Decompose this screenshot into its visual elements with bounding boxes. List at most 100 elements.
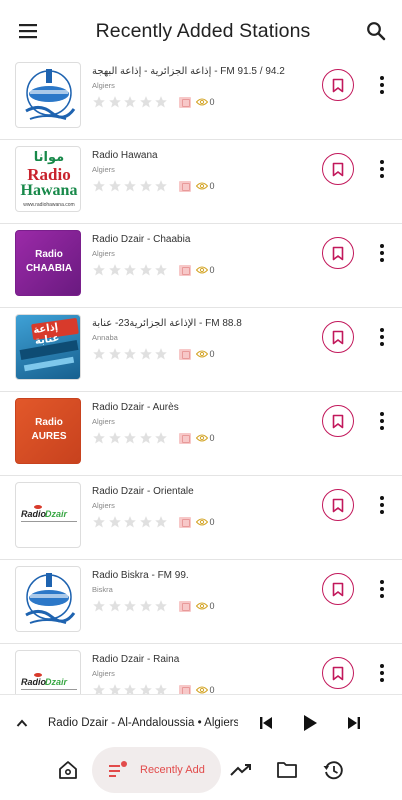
home-icon [59,761,77,779]
station-city: Biskra [92,585,113,594]
star-icon[interactable] [154,431,168,445]
star-icon[interactable] [108,515,122,529]
bookmark-button[interactable] [322,489,354,521]
station-row[interactable]: إذاعة الجزائرية - إذاعة البهجة - FM 91.5… [0,56,402,140]
more-options-button[interactable] [372,154,392,184]
menu-button[interactable] [0,0,56,62]
more-vert-icon [380,580,384,598]
star-icon[interactable] [92,179,106,193]
station-rating: 0 [92,682,312,694]
star-icon[interactable] [139,179,153,193]
bookmark-button[interactable] [322,237,354,269]
station-rating: 0 [92,178,312,194]
bookmark-button[interactable] [322,321,354,353]
star-icon[interactable] [92,263,106,277]
station-logo: إذاعة عنابة [15,314,81,380]
report-icon[interactable] [178,600,191,612]
report-icon[interactable] [178,432,191,444]
more-options-button[interactable] [372,238,392,268]
station-name: إذاعة الجزائرية - إذاعة البهجة - FM 91.5… [92,66,285,77]
star-icon[interactable] [123,263,137,277]
report-icon[interactable] [178,684,191,694]
station-info: Radio Dzair - Orientale Algiers 0 [92,485,312,530]
report-icon[interactable] [178,264,191,276]
nav-recently-added[interactable]: Recently Add [92,747,221,793]
star-icon[interactable] [139,683,153,694]
star-icon[interactable] [108,683,122,694]
star-icon[interactable] [139,263,153,277]
star-icon[interactable] [154,347,168,361]
star-icon[interactable] [92,683,106,694]
more-options-button[interactable] [372,490,392,520]
station-row[interactable]: Radio Biskra - FM 99. Biskra 0 [0,560,402,644]
station-name: الإذاعة الجزائرية23- عنابة - FM 88.8 [92,318,242,329]
star-icon[interactable] [108,179,122,193]
report-icon[interactable] [178,180,191,192]
star-icon[interactable] [92,515,106,529]
star-icon[interactable] [92,347,106,361]
station-row[interactable]: موانا Radio Hawana www.radiohawana.com Radio… [0,140,402,224]
star-icon[interactable] [92,599,106,613]
star-icon[interactable] [154,683,168,694]
star-icon[interactable] [108,599,122,613]
star-icon[interactable] [139,515,153,529]
star-icon[interactable] [108,95,122,109]
star-icon[interactable] [123,179,137,193]
star-icon[interactable] [139,347,153,361]
star-icon[interactable] [154,263,168,277]
search-button[interactable] [350,0,402,62]
star-icon[interactable] [123,347,137,361]
star-icon[interactable] [154,179,168,193]
more-options-button[interactable] [372,658,392,688]
more-options-button[interactable] [372,406,392,436]
star-icon[interactable] [123,599,137,613]
star-icon[interactable] [139,599,153,613]
nav-home[interactable] [54,748,82,792]
bookmark-button[interactable] [322,69,354,101]
nav-categories[interactable] [274,748,300,792]
nav-history[interactable] [320,748,346,792]
station-city: Algiers [92,417,115,426]
station-list[interactable]: إذاعة الجزائرية - إذاعة البهجة - FM 91.5… [0,56,402,694]
star-icon[interactable] [92,95,106,109]
report-icon[interactable] [178,348,191,360]
star-icon[interactable] [139,431,153,445]
station-rating: 0 [92,430,312,446]
bookmark-button[interactable] [322,405,354,437]
star-icon[interactable] [154,515,168,529]
more-options-button[interactable] [372,322,392,352]
star-icon[interactable] [123,431,137,445]
star-icon[interactable] [92,431,106,445]
station-name: Radio Dzair - Chaabia [92,234,191,245]
bookmark-button[interactable] [322,657,354,689]
star-icon[interactable] [154,95,168,109]
station-row[interactable]: Radio CHAABIA Radio Dzair - Chaabia Algiers… [0,224,402,308]
star-icon[interactable] [108,347,122,361]
station-row[interactable]: Radio Dzair Radio Dzair - Orientale Algiers… [0,476,402,560]
star-icon[interactable] [123,515,137,529]
bookmark-icon [332,330,344,344]
star-icon[interactable] [139,95,153,109]
eye-icon [195,602,208,610]
report-icon[interactable] [178,516,191,528]
bookmark-button[interactable] [322,573,354,605]
station-row[interactable]: Radio Dzair Radio Dzair - Raina Algiers 0 [0,644,402,694]
station-logo: Radio CHAABIA [15,230,81,296]
star-icon[interactable] [123,683,137,694]
station-row[interactable]: إذاعة عنابة الإذاعة الجزائرية23- عنابة - … [0,308,402,392]
station-row[interactable]: Radio AURES Radio Dzair - Aurès Algiers 0 [0,392,402,476]
eye-icon [195,434,208,442]
more-options-button[interactable] [372,70,392,100]
station-city: Algiers [92,165,115,174]
star-icon[interactable] [108,263,122,277]
report-icon[interactable] [178,96,191,108]
star-icon[interactable] [108,431,122,445]
eye-icon [195,686,208,694]
station-name: Radio Hawana [92,150,158,161]
station-info: الإذاعة الجزائرية23- عنابة - FM 88.8 Anna… [92,317,312,362]
star-icon[interactable] [154,599,168,613]
more-options-button[interactable] [372,574,392,604]
bookmark-button[interactable] [322,153,354,185]
star-icon[interactable] [123,95,137,109]
nav-trending[interactable] [228,748,254,792]
